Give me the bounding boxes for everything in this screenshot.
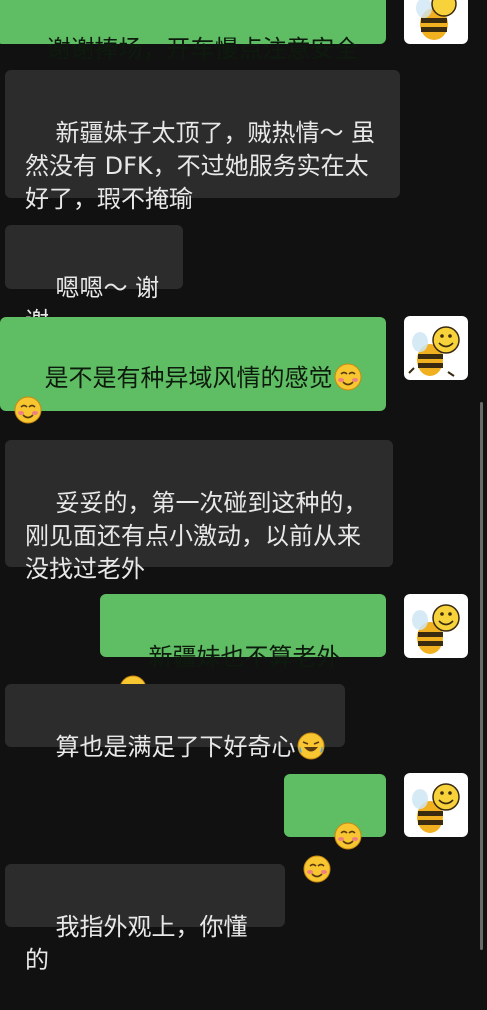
message-bubble-outgoing[interactable] bbox=[284, 774, 386, 883]
message-bubble-incoming[interactable]: 新疆妹子太顶了，贼热情～ 虽然没有 DFK，不过她服务实在太好了，瑕不掩瑜 bbox=[5, 70, 400, 213]
blush-emoji-icon bbox=[334, 822, 362, 850]
message-text: 妥妥的，第一次碰到这种的，刚见面还有点小激动，以前从来没找过老外 bbox=[25, 489, 368, 583]
message-text: 新疆妹子太顶了，贼热情～ 虽然没有 DFK，不过她服务实在太好了，瑕不掩瑜 bbox=[25, 119, 376, 213]
message-text: 我指外观上，你懂的 bbox=[25, 913, 248, 974]
message-bubble-outgoing[interactable]: 新疆妹也不算老外 bbox=[100, 594, 386, 703]
avatar[interactable] bbox=[404, 773, 468, 837]
message-bubble-incoming[interactable]: 妥妥的，第一次碰到这种的，刚见面还有点小激动，以前从来没找过老外 bbox=[5, 440, 393, 583]
blush-emoji-icon bbox=[303, 855, 331, 883]
message-bubble-incoming[interactable]: 嗯嗯～ 谢谢 bbox=[5, 225, 183, 335]
avatar[interactable] bbox=[404, 316, 468, 380]
message-text: 是不是有种异域风情的感觉 bbox=[44, 364, 333, 392]
laugh-cry-emoji-icon bbox=[297, 732, 325, 760]
bee-icon bbox=[416, 0, 457, 40]
avatar[interactable] bbox=[404, 0, 468, 44]
message-bubble-incoming[interactable]: 算也是满足了下好奇心 bbox=[5, 684, 345, 761]
bee-icon bbox=[408, 326, 460, 377]
bee-icon bbox=[412, 783, 460, 833]
message-text: 谢谢捧场，开车慢点注意安全 bbox=[46, 35, 359, 63]
blush-emoji-icon bbox=[14, 396, 42, 424]
scrollbar[interactable] bbox=[480, 402, 483, 950]
message-bubble-incoming[interactable]: 我指外观上，你懂的 bbox=[5, 864, 285, 974]
bee-icon bbox=[412, 604, 460, 654]
message-text: 新疆妹也不算老外 bbox=[148, 643, 341, 671]
message-bubble-outgoing[interactable]: 谢谢捧场，开车慢点注意安全 bbox=[0, 0, 386, 63]
message-bubble-outgoing[interactable]: 是不是有种异域风情的感觉 bbox=[0, 317, 386, 424]
avatar[interactable] bbox=[404, 594, 468, 658]
message-text: 算也是满足了下好奇心 bbox=[55, 733, 296, 761]
blush-emoji-icon bbox=[334, 363, 362, 391]
